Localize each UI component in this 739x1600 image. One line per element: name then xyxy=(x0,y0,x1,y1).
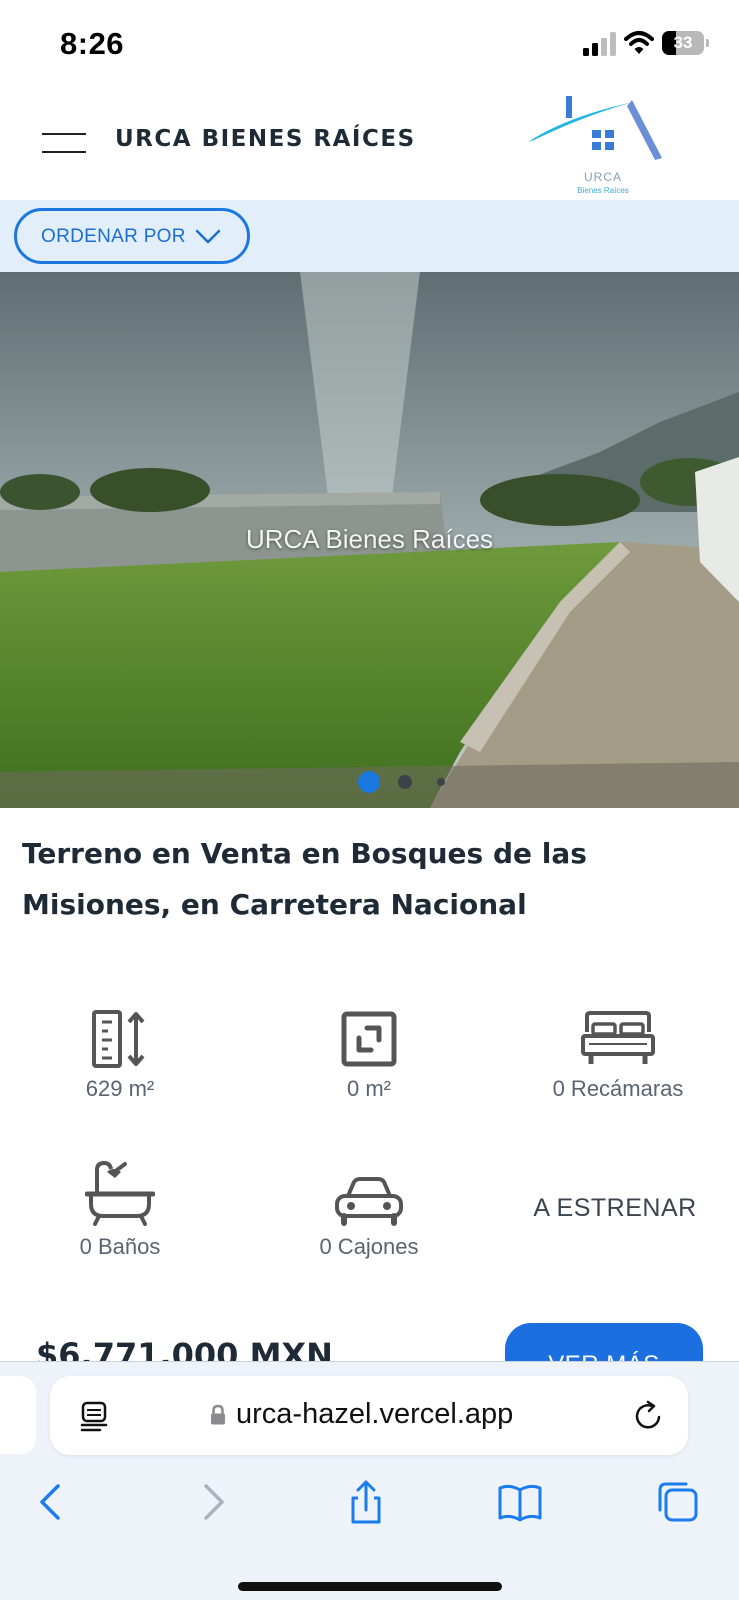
status-bar: 8:26 33 xyxy=(0,0,739,88)
address-bar[interactable]: urca-hazel.vercel.app xyxy=(50,1376,688,1455)
car-icon xyxy=(335,1177,403,1226)
battery-tip xyxy=(706,39,709,47)
battery-icon: 33 xyxy=(662,31,704,55)
brand-title: URCA BIENES RAÍCES xyxy=(115,126,416,152)
sort-label: ORDENAR POR xyxy=(41,226,186,247)
carousel-dots xyxy=(0,770,739,794)
home-indicator xyxy=(238,1582,502,1591)
logo-text: URCA xyxy=(583,170,622,184)
urca-logo[interactable]: URCA Bienes Raíces xyxy=(528,94,678,198)
sort-button[interactable]: ORDENAR POR xyxy=(14,208,250,264)
built-area-label: 0 m² xyxy=(347,1076,391,1101)
property-photo[interactable]: URCA Bienes Raíces xyxy=(0,272,739,808)
expand-icon xyxy=(341,1011,397,1067)
logo-subtext: Bienes Raíces xyxy=(577,186,629,195)
menu-icon[interactable] xyxy=(42,130,86,154)
carousel-dot[interactable] xyxy=(437,778,445,786)
parking-label: 0 Cajones xyxy=(319,1234,419,1259)
bedrooms-label: 0 Recámaras xyxy=(552,1076,684,1101)
bookmarks-icon[interactable] xyxy=(498,1480,542,1524)
carousel-dot[interactable] xyxy=(398,775,412,789)
feature-land-area: 629 m² xyxy=(0,1010,240,1102)
previous-tab-preview[interactable] xyxy=(0,1376,36,1454)
image-watermark: URCA Bienes Raíces xyxy=(245,524,494,554)
back-icon[interactable] xyxy=(30,1480,74,1524)
feature-built-area: 0 m² xyxy=(249,1010,489,1102)
feature-bathrooms: 0 Baños xyxy=(0,1160,240,1260)
share-icon[interactable] xyxy=(344,1480,388,1524)
carousel-dot[interactable] xyxy=(358,771,380,793)
chevron-down-icon xyxy=(195,229,221,244)
bathrooms-label: 0 Baños xyxy=(79,1234,161,1259)
feature-parking: 0 Cajones xyxy=(249,1176,489,1260)
bathtub-icon xyxy=(85,1160,155,1226)
reload-icon[interactable] xyxy=(634,1400,664,1432)
browser-chrome: urca-hazel.vercel.app xyxy=(0,1361,739,1600)
feature-bedrooms: 0 Recámaras xyxy=(498,1010,738,1102)
battery-level: 33 xyxy=(673,33,693,52)
sort-bar: ORDENAR POR xyxy=(0,200,739,272)
url-text[interactable]: urca-hazel.vercel.app xyxy=(236,1398,513,1431)
house-logo-icon xyxy=(528,96,662,160)
signal-icon xyxy=(583,32,616,56)
ruler-icon xyxy=(92,1010,145,1068)
bed-icon xyxy=(581,1011,655,1064)
app-header: URCA BIENES RAÍCES URCA Bienes Raíces xyxy=(0,88,739,200)
status-time: 8:26 xyxy=(60,26,125,61)
reader-icon[interactable] xyxy=(80,1400,108,1432)
tabs-icon[interactable] xyxy=(656,1480,700,1524)
wifi-icon xyxy=(624,31,654,54)
lock-icon xyxy=(211,1404,225,1425)
forward-icon[interactable] xyxy=(190,1480,234,1524)
condition-label: A ESTRENAR xyxy=(533,1194,697,1222)
land-area-label: 629 m² xyxy=(85,1076,155,1101)
property-title[interactable]: Terreno en Venta en Bosques de las Misio… xyxy=(22,828,712,930)
